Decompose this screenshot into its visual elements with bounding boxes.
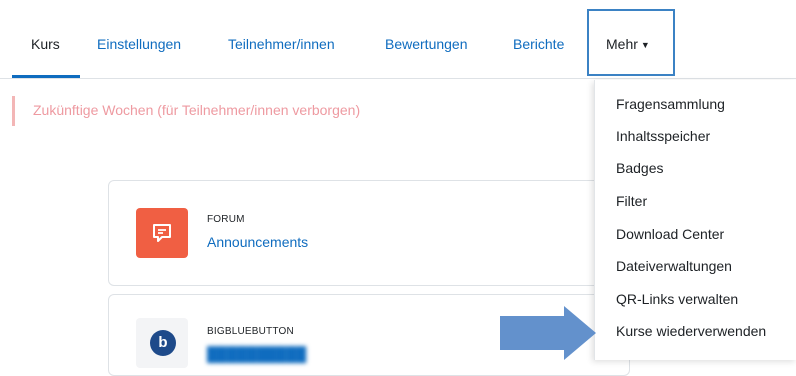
forum-icon	[136, 208, 188, 258]
menu-item-download-center[interactable]: Download Center	[616, 226, 724, 242]
menu-item-qr-links[interactable]: QR-Links verwalten	[616, 291, 738, 307]
tab-teilnehmer[interactable]: Teilnehmer/innen	[228, 36, 335, 52]
chevron-down-icon: ▼	[640, 40, 650, 50]
menu-item-inhaltsspeicher[interactable]: Inhaltsspeicher	[616, 128, 710, 144]
menu-item-badges[interactable]: Badges	[616, 160, 663, 176]
secondary-navigation: Kurs Einstellungen Teilnehmer/innen Bewe…	[0, 14, 796, 79]
activity-type-label: BIGBLUEBUTTON	[207, 326, 294, 337]
menu-item-dateiverwaltungen[interactable]: Dateiverwaltungen	[616, 258, 732, 274]
tab-einstellungen[interactable]: Einstellungen	[97, 36, 181, 52]
mehr-dropdown-menu	[594, 80, 796, 360]
pointer-arrow-icon	[500, 306, 596, 360]
menu-item-filter[interactable]: Filter	[616, 193, 647, 209]
tab-kurs[interactable]: Kurs	[31, 36, 60, 52]
menu-item-kurse-wiederverwenden[interactable]: Kurse wiederverwenden	[616, 323, 766, 339]
section-title[interactable]: Zukünftige Wochen (für Teilnehmer/innen …	[33, 102, 360, 118]
tab-mehr-label: Mehr	[606, 36, 638, 52]
tab-mehr[interactable]: Mehr ▼	[606, 36, 650, 52]
tab-berichte[interactable]: Berichte	[513, 36, 564, 52]
activity-title-link[interactable]: Announcements	[207, 234, 308, 250]
active-tab-indicator	[12, 75, 80, 78]
bbb-logo: b	[150, 330, 176, 356]
menu-item-fragensammlung[interactable]: Fragensammlung	[616, 96, 725, 112]
section-marker	[12, 96, 15, 126]
tab-bewertungen[interactable]: Bewertungen	[385, 36, 468, 52]
bigbluebutton-icon: b	[136, 318, 188, 368]
activity-type-label: FORUM	[207, 214, 245, 225]
